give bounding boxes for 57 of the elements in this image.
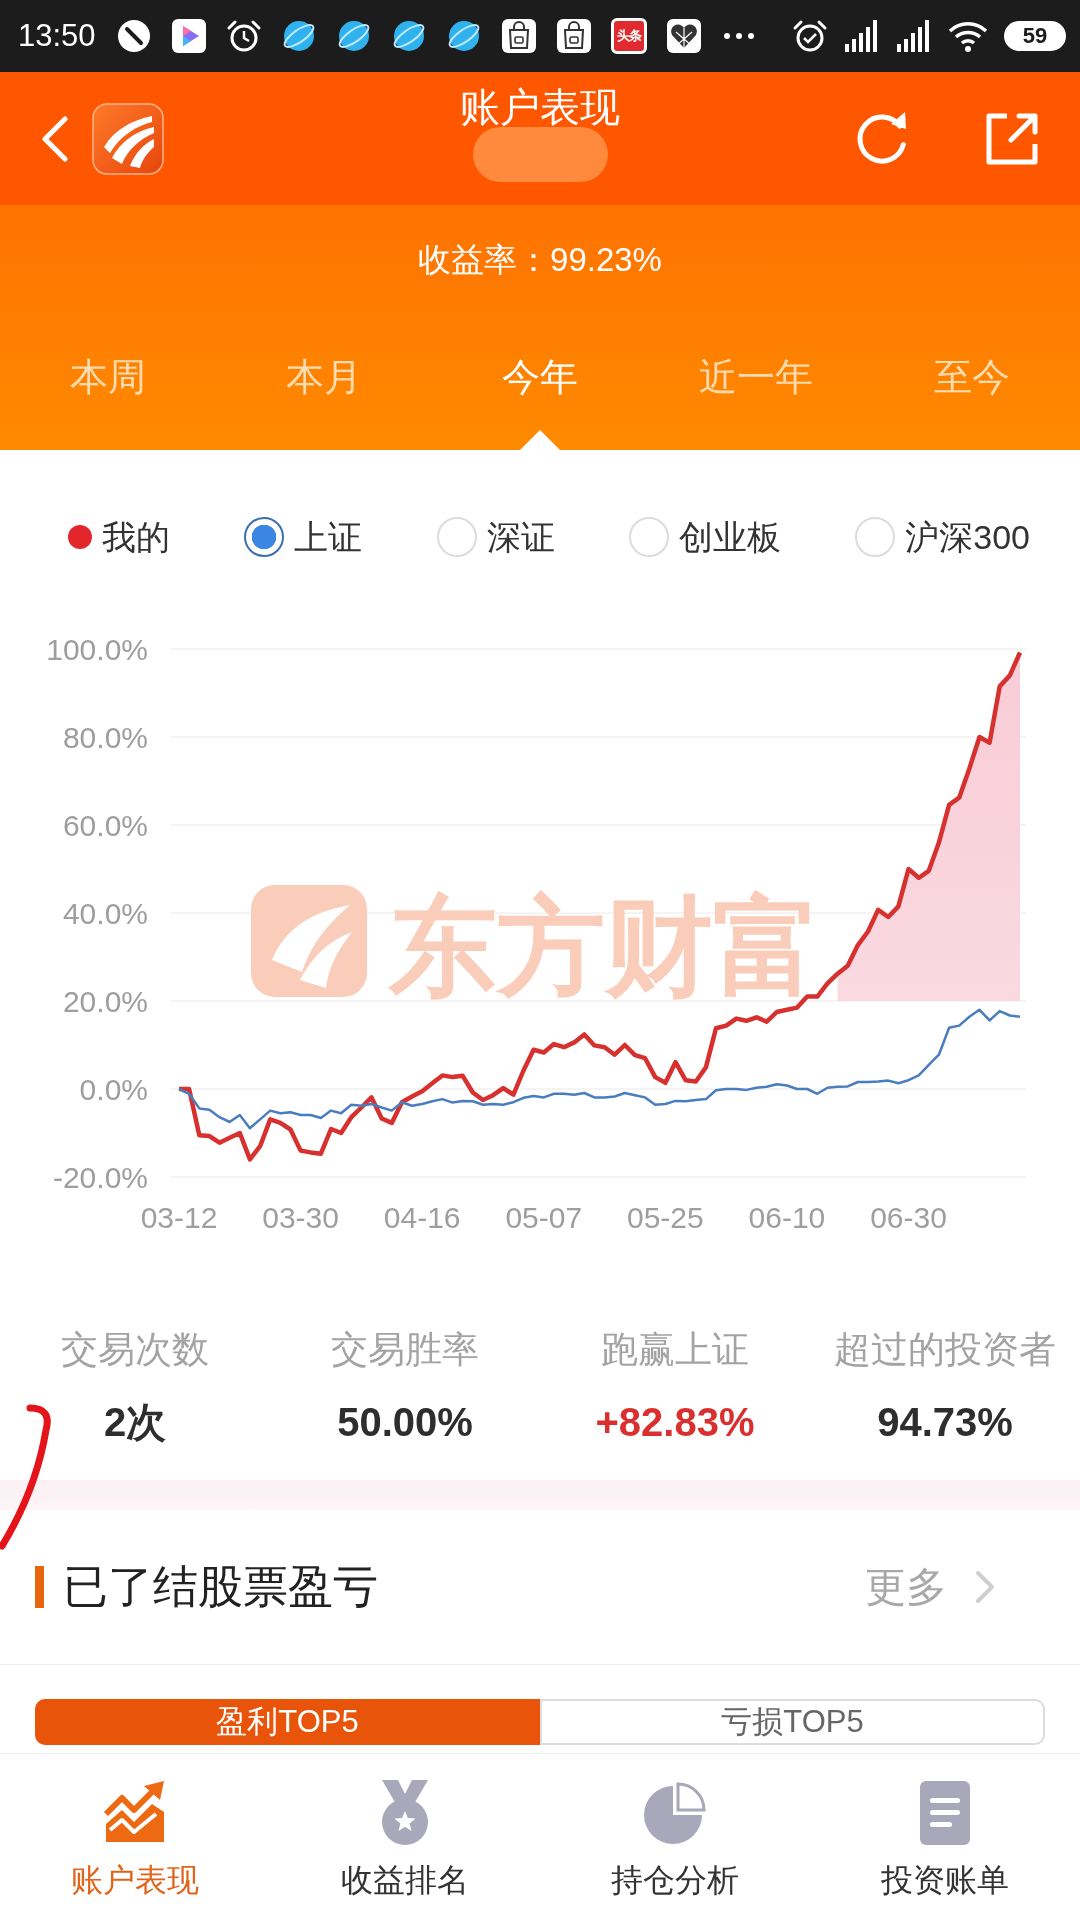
nav-tab[interactable]: 账户表现 <box>0 1754 270 1920</box>
chevron-right-icon <box>975 1570 995 1604</box>
battery-indicator: 59 <box>1004 21 1066 51</box>
x-axis-label: 03-12 <box>140 1201 218 1234</box>
y-axis-label: 40.0% <box>62 897 148 930</box>
news-app-tile: 头条 <box>610 18 647 54</box>
wifi-icon <box>948 19 988 53</box>
stat-label: 超过的投资者 <box>834 1328 1056 1372</box>
nav-tab[interactable]: 持仓分析 <box>540 1754 810 1920</box>
x-axis-label: 05-25 <box>627 1201 704 1234</box>
section-title: 已了结股票盈亏 <box>63 1560 378 1614</box>
section-marker <box>35 1566 44 1608</box>
status-time: 13:50 <box>18 18 96 54</box>
x-axis-label: 03-30 <box>262 1201 339 1234</box>
alarm-clock-icon <box>225 18 262 54</box>
x-axis-label: 05-07 <box>505 1201 583 1234</box>
index-radio-option[interactable]: 创业板 <box>628 515 781 559</box>
legend-label: 我的 <box>102 517 170 558</box>
nav-tab[interactable]: 收益排名 <box>270 1754 540 1920</box>
ranking-tab[interactable]: 盈利TOP5 <box>35 1699 540 1745</box>
index-radio-option[interactable]: 深证 <box>436 515 555 559</box>
watermark-logo-icon <box>251 885 367 997</box>
stat-value: +82.83% <box>595 1399 755 1446</box>
x-axis-label: 06-30 <box>870 1201 947 1234</box>
stat-label: 跑赢上证 <box>601 1328 749 1372</box>
signal-icon <box>844 18 880 54</box>
index-radio-option[interactable]: 沪深300 <box>855 515 1030 559</box>
y-axis-label: 100.0% <box>46 633 148 666</box>
back-icon <box>41 115 69 162</box>
x-axis-label: 04-16 <box>383 1201 461 1234</box>
shopping-bag-icon <box>500 18 537 54</box>
signal-icon <box>896 18 932 54</box>
pointer-triangle-icon <box>520 430 560 450</box>
app-logo-icon <box>92 102 164 175</box>
nav-tab[interactable]: 投资账单 <box>810 1754 1080 1920</box>
do-not-disturb-icon <box>115 18 152 54</box>
y-axis-label: -20.0% <box>52 1161 148 1194</box>
stat-value: 2次 <box>103 1399 167 1446</box>
more-dots-icon <box>723 33 754 39</box>
alarm-clock-icon <box>792 18 828 54</box>
y-axis-label: 80.0% <box>62 721 148 754</box>
index-radio-option[interactable]: 上证 <box>244 515 363 559</box>
y-axis-label: 60.0% <box>62 809 148 842</box>
y-axis-label: 0.0% <box>79 1073 148 1106</box>
stat-value: 94.73% <box>877 1399 1013 1446</box>
play-tile-icon <box>170 18 207 54</box>
stat-value: 50.00% <box>337 1399 473 1446</box>
stat-label: 交易胜率 <box>331 1328 479 1372</box>
page-title: 账户表现 <box>460 84 620 131</box>
x-axis-label: 06-10 <box>748 1201 826 1234</box>
shopping-bag-icon <box>555 18 592 54</box>
return-rate-text: 收益率：99.23% <box>418 240 662 280</box>
watermark-text: 东方财富 <box>389 886 821 1007</box>
ranking-tab[interactable]: 亏损TOP5 <box>540 1699 1045 1745</box>
legend-dot-icon <box>68 525 92 549</box>
stat-label: 交易次数 <box>61 1328 209 1372</box>
y-axis-label: 20.0% <box>62 985 148 1018</box>
